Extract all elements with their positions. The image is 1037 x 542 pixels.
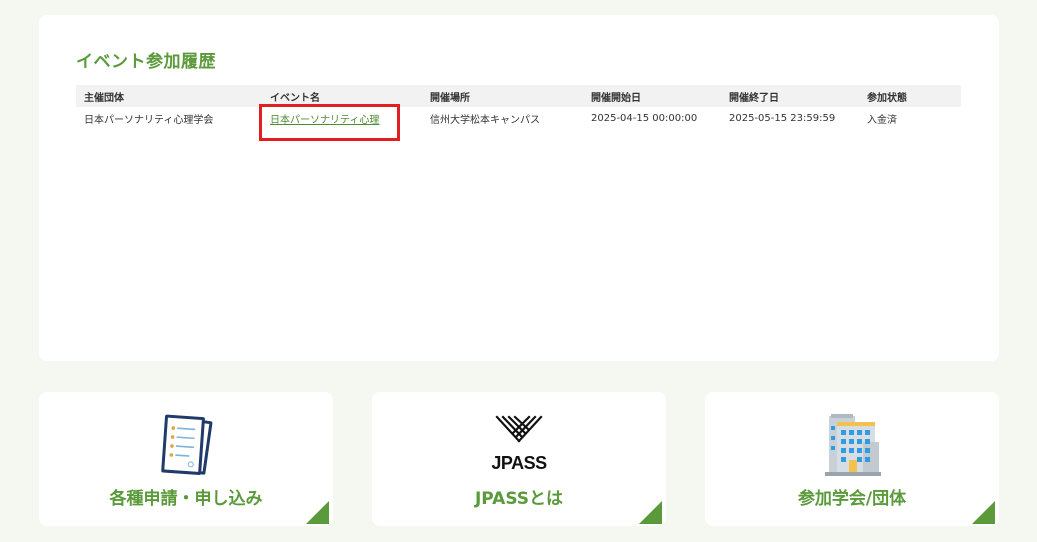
cell-venue: 信州大学松本キャンパス <box>430 115 540 126</box>
jpass-card[interactable]: JPASS JPASSとは <box>372 392 666 526</box>
applications-card-label: 各種申請・申し込み <box>109 489 263 509</box>
column-header-organizer: 主催団体 <box>84 92 124 104</box>
jpass-logo-text: JPASS <box>491 453 547 473</box>
event-history-table: 主催団体 イベント名 開催場所 開催開始日 開催終了日 参加状態 日本パーソナリ… <box>76 85 961 130</box>
cell-end-date: 2025-05-15 23:59:59 <box>729 113 836 124</box>
column-header-end-date: 開催終了日 <box>729 92 779 104</box>
column-header-status: 参加状態 <box>867 92 907 104</box>
jpass-card-label: JPASSとは <box>474 489 564 509</box>
jpass-logo-icon <box>495 415 543 443</box>
applications-card[interactable]: 各種申請・申し込み <box>39 392 333 526</box>
table-header-row: 主催団体 イベント名 開催場所 開催開始日 開催終了日 参加状態 <box>76 85 961 107</box>
column-header-start-date: 開催開始日 <box>591 92 641 104</box>
event-history-title: イベント参加履歴 <box>76 52 216 72</box>
cell-status: 入金済 <box>867 115 897 126</box>
event-name-link[interactable]: 日本パーソナリティ心理 <box>270 115 379 126</box>
column-header-event-name: イベント名 <box>270 92 320 104</box>
societies-card-label: 参加学会/団体 <box>797 489 907 509</box>
societies-card[interactable]: 参加学会/団体 <box>705 392 999 526</box>
document-checklist-icon <box>161 414 213 475</box>
table-row: 日本パーソナリティ心理学会 日本パーソナリティ心理 信州大学松本キャンパス 20… <box>76 107 961 130</box>
building-icon <box>825 414 881 476</box>
cell-organizer: 日本パーソナリティ心理学会 <box>84 115 214 126</box>
cell-start-date: 2025-04-15 00:00:00 <box>591 113 698 124</box>
column-header-venue: 開催場所 <box>430 92 470 104</box>
cell-event-name: 日本パーソナリティ心理 <box>262 107 422 130</box>
event-history-panel: イベント参加履歴 主催団体 イベント名 開催場所 開催開始日 開催終了日 参加状… <box>39 15 999 361</box>
